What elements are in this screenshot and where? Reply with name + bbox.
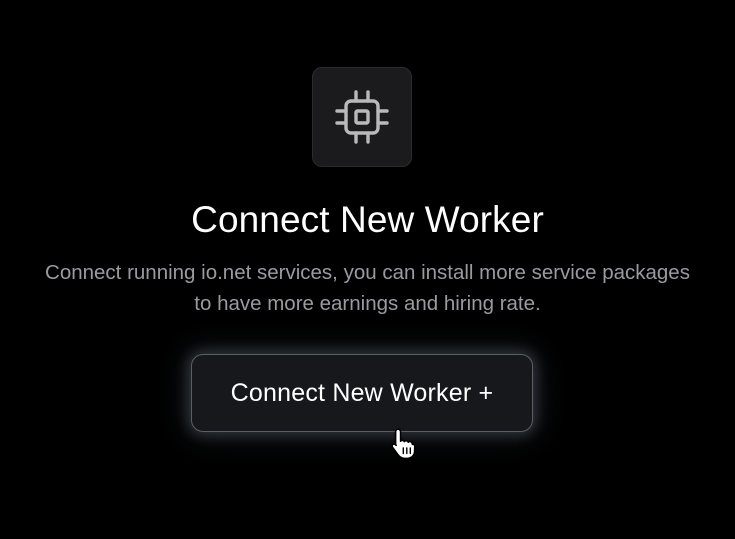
cpu-chip-icon (335, 90, 389, 144)
empty-state-panel: Connect New Worker Connect running io.ne… (0, 0, 735, 539)
connect-new-worker-button[interactable]: Connect New Worker + (191, 354, 533, 432)
cpu-icon-container (312, 67, 412, 167)
hand-pointer-icon (388, 426, 424, 462)
page-description: Connect running io.net services, you can… (45, 261, 690, 315)
page-title: Connect New Worker (191, 199, 544, 240)
